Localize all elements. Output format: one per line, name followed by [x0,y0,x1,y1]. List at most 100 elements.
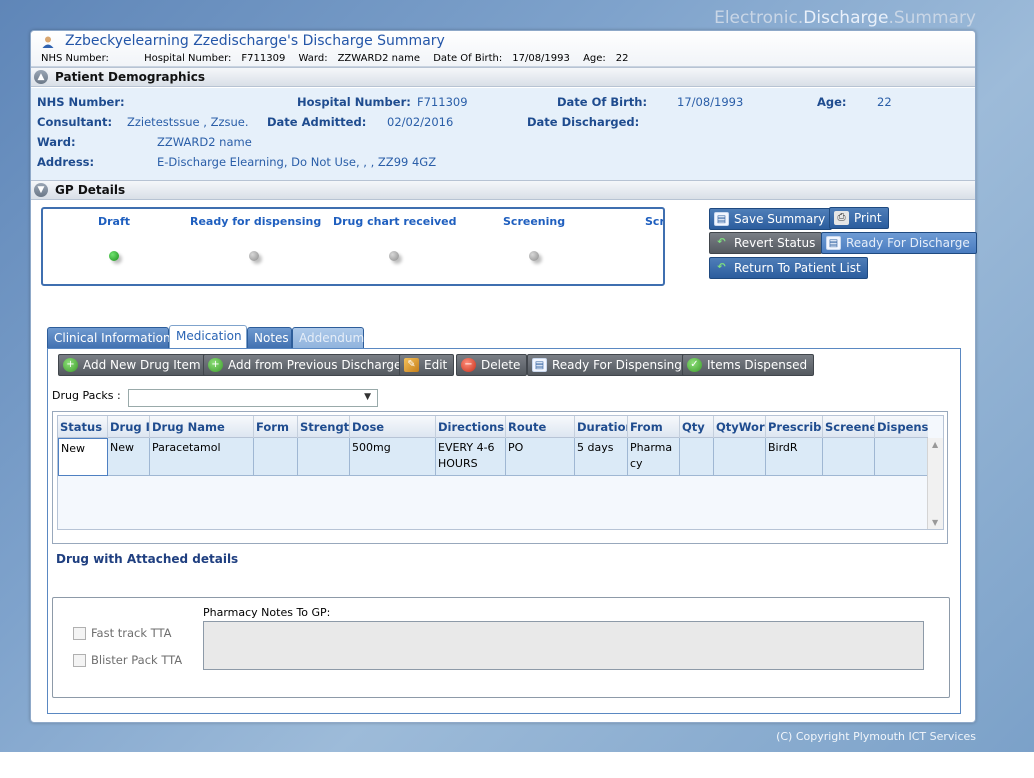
collapse-icon[interactable]: ▼ [34,183,48,197]
consultant-value: Zzietestssue , Zzsue. [127,115,249,129]
copyright-text: (C) Copyright Plymouth ICT Services [776,730,976,743]
section-title: GP Details [55,183,126,197]
col-dose[interactable]: Dose [350,416,436,438]
brand-part-3: .Summary [888,8,976,28]
ward-label: Ward: [37,135,76,149]
col-strength[interactable]: Strengtl [298,416,350,438]
col-duration[interactable]: Duratior [575,416,628,438]
plus-icon: + [208,358,223,372]
fast-track-tta-option[interactable]: Fast track TTA [73,626,172,640]
print-button[interactable]: ⎙ Print [829,207,889,229]
workflow-step-draft: Draft [98,215,131,228]
header-ward-value: ZZWARD2 name [337,53,421,64]
blister-pack-tta-option[interactable]: Blister Pack TTA [73,653,182,667]
header-ward-label: Ward: [298,53,328,64]
header-nhs-label: NHS Number: [41,53,109,64]
cell-route[interactable]: PO [506,438,575,476]
col-status[interactable]: Status [58,416,108,438]
save-document-icon: ▤ [714,212,729,226]
medication-panel: + Add New Drug Item + Add from Previous … [47,348,961,714]
cell-directions[interactable]: EVERY 4-6 HOURS [436,438,506,476]
col-route[interactable]: Route [506,416,575,438]
ready-for-dispensing-button[interactable]: ▤ Ready For Dispensing [527,354,689,376]
blister-pack-checkbox[interactable] [73,654,86,667]
document-check-icon: ▤ [826,236,841,250]
tab-clinical-information[interactable]: Clinical Information [47,327,171,349]
col-prescriber[interactable]: Prescribe [766,416,823,438]
medication-grid: Status Drug I Drug Name Form Strengtl Do… [57,415,944,530]
drug-packs-select[interactable]: ▼ [128,389,378,407]
header-age-value: 22 [615,53,629,64]
add-new-drug-item-button[interactable]: + Add New Drug Item [58,354,208,376]
dob-value: 17/08/1993 [677,95,744,109]
status-dot-pending [389,251,399,261]
ready-for-discharge-button[interactable]: ▤ Ready For Discharge [821,232,977,254]
col-screener[interactable]: Screene [823,416,875,438]
patient-demographics-header[interactable]: ▲ Patient Demographics [31,67,975,87]
gp-details-header[interactable]: ▼ GP Details [31,180,975,200]
cell-from[interactable]: Pharmacy [628,438,680,476]
collapse-icon[interactable]: ▲ [34,70,48,84]
gp-details-panel: Draft Ready for dispensing Drug chart re… [31,201,977,331]
cell-strength[interactable] [298,438,350,476]
col-from[interactable]: From [628,416,680,438]
scroll-up-icon[interactable]: ▲ [932,440,938,449]
date-admitted-label: Date Admitted: [267,115,367,129]
brand-logo: Electronic.Discharge.Summary [714,8,976,28]
brand-part-2: Discharge [803,8,889,28]
table-row[interactable]: New New Paracetamol 500mg EVERY 4-6 HOUR… [58,438,928,476]
age-value: 22 [877,95,892,109]
edit-button[interactable]: ✎ Edit [399,354,455,376]
items-dispensed-button[interactable]: ✓ Items Dispensed [682,354,815,376]
cell-form[interactable] [254,438,298,476]
check-icon: ✓ [687,358,702,372]
plus-icon: + [63,358,78,372]
cell-drug-i[interactable]: New [108,438,150,476]
patient-user-icon [42,36,54,48]
printer-icon: ⎙ [834,211,849,225]
cell-drug-name[interactable]: Paracetamol [150,438,254,476]
tab-medication[interactable]: Medication [169,325,247,349]
fast-track-checkbox[interactable] [73,627,86,640]
cell-qty-words[interactable] [714,438,766,476]
pharmacy-notes-textarea[interactable] [203,621,924,670]
col-form[interactable]: Form [254,416,298,438]
date-admitted-value: 02/02/2016 [387,115,454,129]
col-dispenser[interactable]: Dispens [875,416,928,438]
date-discharged-label: Date Discharged: [527,115,640,129]
cell-duration[interactable]: 5 days [575,438,628,476]
minus-icon: − [461,358,476,372]
page-title: Zzbeckyelearning Zzedischarge's Discharg… [65,33,445,49]
add-from-previous-discharge-button[interactable]: + Add from Previous Discharge [203,354,409,376]
col-qty[interactable]: Qty [680,416,714,438]
save-summary-button[interactable]: ▤ Save Summary [709,208,833,230]
address-label: Address: [37,155,95,169]
cell-dose[interactable]: 500mg [350,438,436,476]
undo-arrow-icon: ↶ [717,237,726,248]
scroll-down-icon[interactable]: ▼ [932,518,938,527]
col-drug-name[interactable]: Drug Name [150,416,254,438]
workflow-step-screening: Screening [503,215,566,228]
consultant-label: Consultant: [37,115,113,129]
status-dot-pending [249,251,259,261]
col-directions[interactable]: Directions [436,416,506,438]
revert-status-button[interactable]: ↶ Revert Status [709,232,823,254]
nhs-number-label: NHS Number: [37,95,125,109]
col-drug-i[interactable]: Drug I [108,416,150,438]
cell-status[interactable]: New [58,438,108,476]
col-qty-words[interactable]: QtyWor [714,416,766,438]
header-hosp-label: Hospital Number: [144,53,232,64]
tab-notes[interactable]: Notes [247,327,292,349]
cell-prescriber[interactable]: BirdR [766,438,823,476]
cell-screener[interactable] [823,438,875,476]
discharge-summary-window: Zzbeckyelearning Zzedischarge's Discharg… [30,30,977,723]
age-label: Age: [817,95,847,109]
pharmacy-notes-label: Pharmacy Notes To GP: [203,606,331,619]
delete-button[interactable]: − Delete [456,354,528,376]
cell-dispenser[interactable] [875,438,928,476]
grid-vertical-scrollbar[interactable]: ▲ ▼ [927,438,943,529]
hospital-number-value: F711309 [417,95,468,109]
workflow-step-next: Scr [645,215,665,228]
return-to-patient-list-button[interactable]: ↶ Return To Patient List [709,257,868,279]
cell-qty[interactable] [680,438,714,476]
